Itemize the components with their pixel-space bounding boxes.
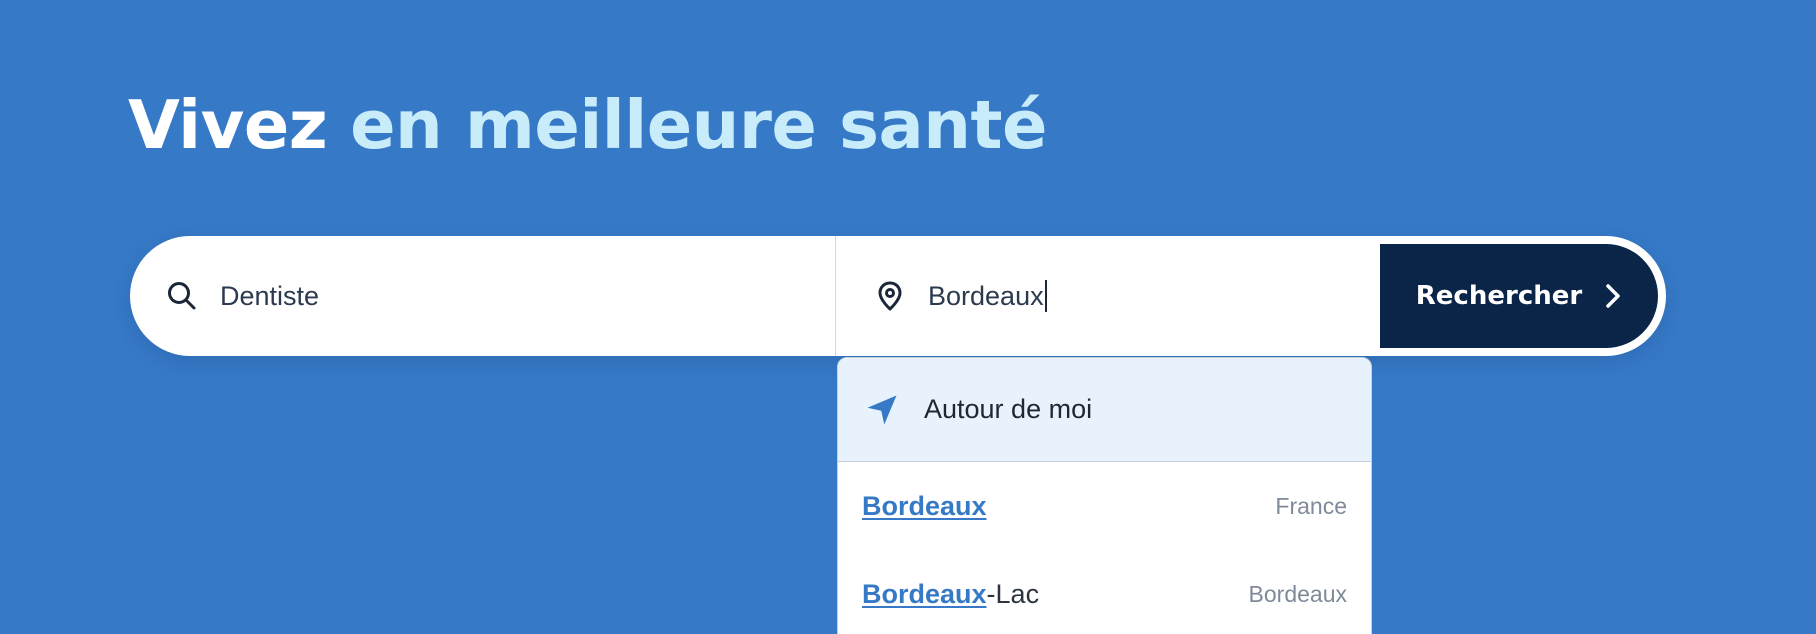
suggestion-region: France <box>1275 492 1347 519</box>
location-input[interactable]: Bordeaux <box>928 280 1047 312</box>
suggestion-name: Bordeaux <box>862 491 987 522</box>
suggestion-name: Bordeaux-Lac <box>862 579 1039 610</box>
map-pin-icon <box>874 280 906 312</box>
location-input-value: Bordeaux <box>928 280 1044 311</box>
chevron-right-icon <box>1604 283 1622 309</box>
location-suggestions-dropdown: Autour de moi Bordeaux France Bordeaux-L… <box>837 357 1372 634</box>
search-bar: Bordeaux Rechercher <box>130 236 1666 356</box>
suggestion-name-rest: -Lac <box>986 578 1040 609</box>
suggestion-match: Bordeaux <box>862 490 987 521</box>
location-field[interactable]: Bordeaux <box>836 236 1380 356</box>
suggestion-region: Bordeaux <box>1248 580 1347 607</box>
speciality-input[interactable] <box>220 276 640 316</box>
near-me-option[interactable]: Autour de moi <box>838 358 1371 462</box>
near-me-label: Autour de moi <box>924 394 1093 424</box>
navigation-arrow-icon <box>866 394 898 426</box>
text-caret <box>1044 280 1047 312</box>
search-button-label: Rechercher <box>1415 281 1583 311</box>
suggestion-item[interactable]: Bordeaux France <box>838 462 1371 550</box>
hero-title: Vivez en meilleure santé <box>128 92 1047 159</box>
hero-title-first-word: Vivez <box>128 86 328 164</box>
suggestion-item[interactable]: Bordeaux-Lac Bordeaux <box>838 550 1371 634</box>
hero-title-rest: en meilleure santé <box>350 86 1047 164</box>
search-button[interactable]: Rechercher <box>1380 244 1658 348</box>
suggestion-match: Bordeaux <box>862 578 987 609</box>
speciality-field[interactable] <box>130 236 835 356</box>
search-icon <box>166 280 198 312</box>
